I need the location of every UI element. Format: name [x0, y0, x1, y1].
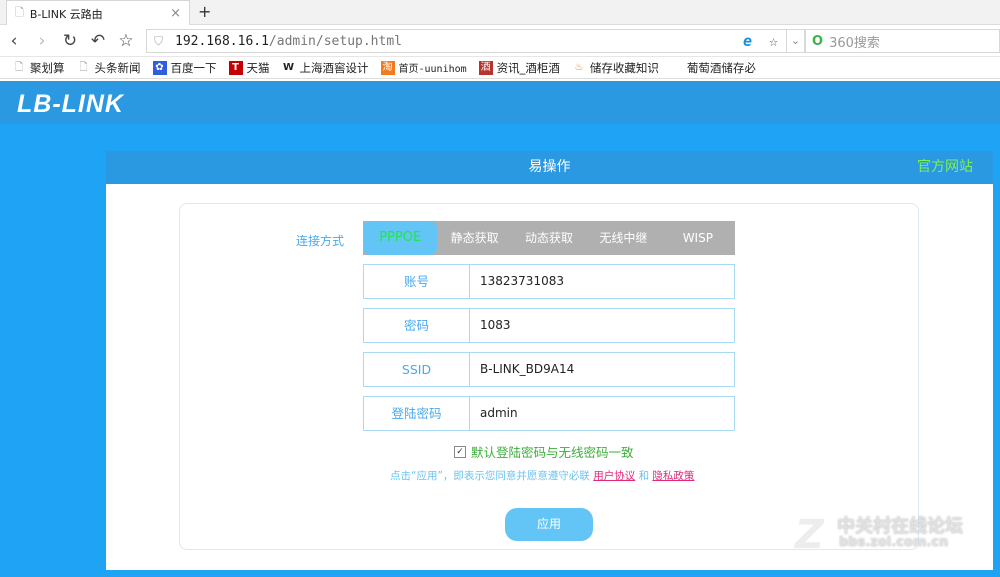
- tab-static[interactable]: 静态获取: [437, 221, 511, 255]
- setup-card: 易操作 官方网站 连接方式 PPPOE 静态获取 动态获取 无线中继 WISP 账…: [106, 151, 993, 570]
- account-row: 账号13823731083: [363, 264, 735, 299]
- official-site-link[interactable]: 官方网站: [917, 151, 973, 184]
- ssid-input[interactable]: B-LINK_BD9A14: [470, 353, 734, 386]
- bookmark[interactable]: ♨ 储存收藏知识: [572, 60, 659, 76]
- tab-bar: 🗋 B-LINK 云路由 × +: [0, 0, 1000, 25]
- connection-label: 连接方式: [296, 232, 344, 249]
- new-tab-button[interactable]: +: [198, 2, 211, 21]
- bookmark-label: 葡萄酒储存必: [687, 60, 756, 76]
- tab-wisp[interactable]: WISP: [661, 221, 735, 255]
- bookmark-label: 资讯_酒柜酒: [497, 60, 560, 76]
- bookmark[interactable]: T 天猫: [229, 60, 270, 76]
- password-row: 密码1083: [363, 308, 735, 343]
- logo: LB-LINK: [17, 90, 124, 119]
- page-icon: 🗋: [15, 4, 24, 23]
- card-header: 易操作 官方网站: [106, 151, 993, 184]
- tab-pppoe[interactable]: PPPOE: [363, 221, 437, 255]
- ssid-row: SSIDB-LINK_BD9A14: [363, 352, 735, 387]
- bookmark[interactable]: 🗋 聚划算: [12, 60, 65, 76]
- and-text: 和: [639, 470, 650, 482]
- close-tab-icon[interactable]: ×: [170, 6, 181, 21]
- page-icon: 🗋: [77, 61, 91, 75]
- search-placeholder: 360搜索: [829, 32, 880, 51]
- tab-title: B-LINK 云路由: [30, 6, 103, 22]
- setup-form: 连接方式 PPPOE 静态获取 动态获取 无线中继 WISP 账号1382373…: [179, 203, 919, 550]
- search-engine-icon: O: [812, 34, 823, 49]
- favorite-star-icon[interactable]: ☆: [112, 31, 140, 51]
- same-password-checkbox[interactable]: ✓: [454, 446, 466, 458]
- router-header: LB-LINK: [0, 81, 1000, 124]
- shield-icon: ⛉: [154, 34, 163, 49]
- password-label: 密码: [364, 309, 470, 342]
- same-password-option: ✓ 默认登陆密码与无线密码一致: [454, 442, 634, 461]
- reload-button[interactable]: ↻: [56, 31, 84, 51]
- page-icon: 🗋: [12, 61, 26, 75]
- tab-dhcp[interactable]: 动态获取: [512, 221, 586, 255]
- tab-repeater[interactable]: 无线中继: [586, 221, 660, 255]
- bookmark[interactable]: ✿ 百度一下: [153, 60, 217, 76]
- login-password-row: 登陆密码admin: [363, 396, 735, 431]
- bookmark-label: 头条新闻: [95, 60, 141, 76]
- url-path: /admin/setup.html: [269, 34, 402, 49]
- tmall-icon: T: [229, 61, 243, 75]
- ie-icon[interactable]: e: [743, 32, 752, 50]
- url-host: 192.168.16.1: [175, 34, 269, 49]
- forward-button[interactable]: ›: [28, 31, 56, 51]
- taobao-icon: 淘: [381, 61, 395, 75]
- bookmark-label: 聚划算: [30, 60, 65, 76]
- site-icon: W: [282, 61, 296, 75]
- bookmark[interactable]: 🗋 头条新闻: [77, 60, 141, 76]
- baidu-icon: ✿: [153, 61, 167, 75]
- bookmark-label: 储存收藏知识: [590, 60, 659, 76]
- agreement-text: 点击“应用”，即表示您同意并愿意遵守必联 用户协议 和 隐私政策: [390, 468, 694, 483]
- account-input[interactable]: 13823731083: [470, 265, 734, 298]
- bookmarks-bar: 🗋 聚划算 🗋 头条新闻 ✿ 百度一下 T 天猫 W 上海酒窖设计 淘首页-uunihom…: [0, 57, 1000, 79]
- login-password-input[interactable]: admin: [470, 397, 734, 430]
- browser-tab[interactable]: 🗋 B-LINK 云路由 ×: [6, 0, 190, 26]
- password-input[interactable]: 1083: [470, 309, 734, 342]
- star-icon[interactable]: ☆: [769, 32, 778, 50]
- card-title: 易操作: [529, 159, 571, 175]
- bookmark[interactable]: 淘首页-uunihom: [381, 60, 467, 75]
- bookmark[interactable]: W 上海酒窖设计: [282, 60, 369, 76]
- address-bar[interactable]: ⛉ 192.168.16.1/admin/setup.html e ☆: [146, 29, 787, 53]
- zol-logo-icon: Z: [795, 512, 824, 558]
- login-password-label: 登陆密码: [364, 397, 470, 430]
- privacy-policy-link[interactable]: 隐私政策: [652, 470, 694, 482]
- user-agreement-link[interactable]: 用户协议: [593, 470, 635, 482]
- back-button[interactable]: ‹: [0, 31, 28, 51]
- account-label: 账号: [364, 265, 470, 298]
- bookmark[interactable]: 酒资讯_酒柜酒: [479, 60, 560, 76]
- bookmark-label: 首页-uunihom: [399, 60, 467, 75]
- bookmark[interactable]: 葡萄酒储存必: [687, 60, 756, 76]
- site-icon: ♨: [572, 61, 586, 75]
- watermark-line2: bbs.zol.com.cn: [839, 535, 948, 550]
- apply-button[interactable]: 应用: [505, 508, 593, 541]
- ssid-label: SSID: [364, 353, 470, 386]
- nav-bar: ‹ › ↻ ↶ ☆ ⛉ 192.168.16.1/admin/setup.html…: [0, 25, 1000, 57]
- agree-text: 点击“应用”，即表示您同意并愿意遵守必联: [390, 470, 590, 482]
- bookmark-label: 天猫: [247, 60, 270, 76]
- checkbox-label: 默认登陆密码与无线密码一致: [471, 442, 634, 461]
- chevron-down-icon[interactable]: ⌄: [787, 29, 805, 53]
- site-icon: 酒: [479, 61, 493, 75]
- connection-mode-tabs: PPPOE 静态获取 动态获取 无线中继 WISP: [363, 221, 735, 255]
- bookmark-label: 百度一下: [171, 60, 217, 76]
- bookmark-label: 上海酒窖设计: [300, 60, 369, 76]
- undo-button[interactable]: ↶: [84, 31, 112, 51]
- search-input[interactable]: O 360搜索: [805, 29, 1000, 53]
